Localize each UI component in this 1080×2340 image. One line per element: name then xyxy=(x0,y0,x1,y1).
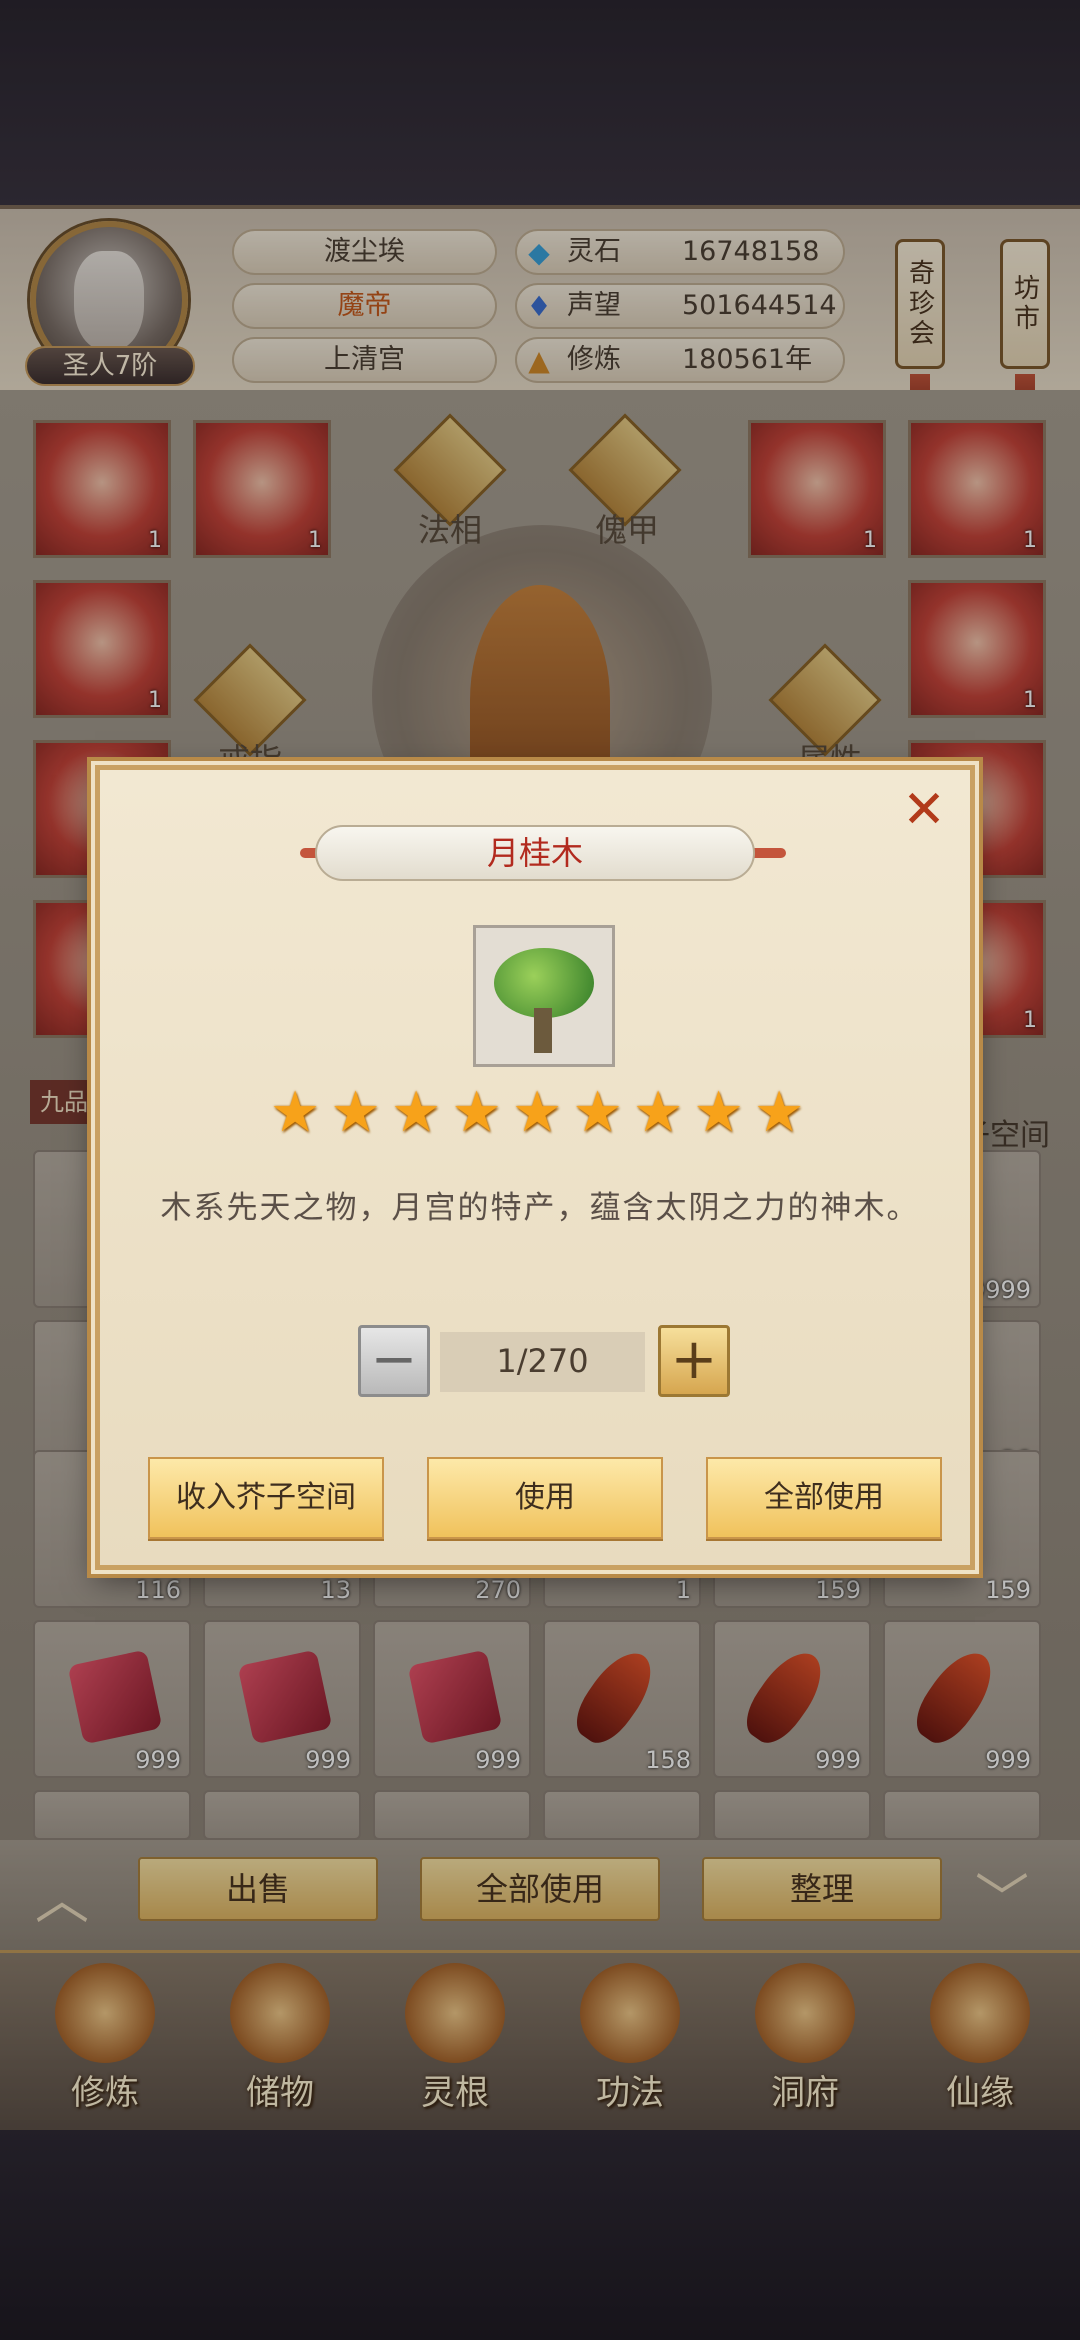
store-in-space-button[interactable]: 收入芥子空间 xyxy=(148,1457,384,1539)
star-icon: ★ xyxy=(330,1080,381,1145)
banner-ornament xyxy=(750,848,786,858)
use-button[interactable]: 使用 xyxy=(427,1457,663,1539)
item-rarity-stars: ★ ★ ★ ★ ★ ★ ★ ★ ★ xyxy=(270,1085,810,1145)
star-icon: ★ xyxy=(512,1080,563,1145)
star-icon: ★ xyxy=(451,1080,502,1145)
tree-trunk xyxy=(534,1008,552,1053)
use-all-button[interactable]: 全部使用 xyxy=(706,1457,942,1539)
increase-quantity-button[interactable]: + xyxy=(658,1325,730,1397)
close-icon[interactable]: ✕ xyxy=(900,784,948,836)
item-detail-dialog: ✕ 月桂木 ★ ★ ★ ★ ★ ★ ★ ★ ★ 木系先天之物，月宫的特产，蕴含太… xyxy=(95,765,975,1570)
star-icon: ★ xyxy=(754,1080,805,1145)
quantity-display: 1/270 xyxy=(440,1332,645,1392)
star-icon: ★ xyxy=(693,1080,744,1145)
star-icon: ★ xyxy=(391,1080,442,1145)
item-description: 木系先天之物，月宫的特产，蕴含太阴之力的神木。 xyxy=(160,1190,920,1226)
decrease-quantity-button[interactable]: − xyxy=(358,1325,430,1397)
star-icon: ★ xyxy=(572,1080,623,1145)
item-image xyxy=(473,925,615,1067)
star-icon: ★ xyxy=(270,1080,321,1145)
item-title: 月桂木 xyxy=(315,825,755,881)
star-icon: ★ xyxy=(633,1080,684,1145)
